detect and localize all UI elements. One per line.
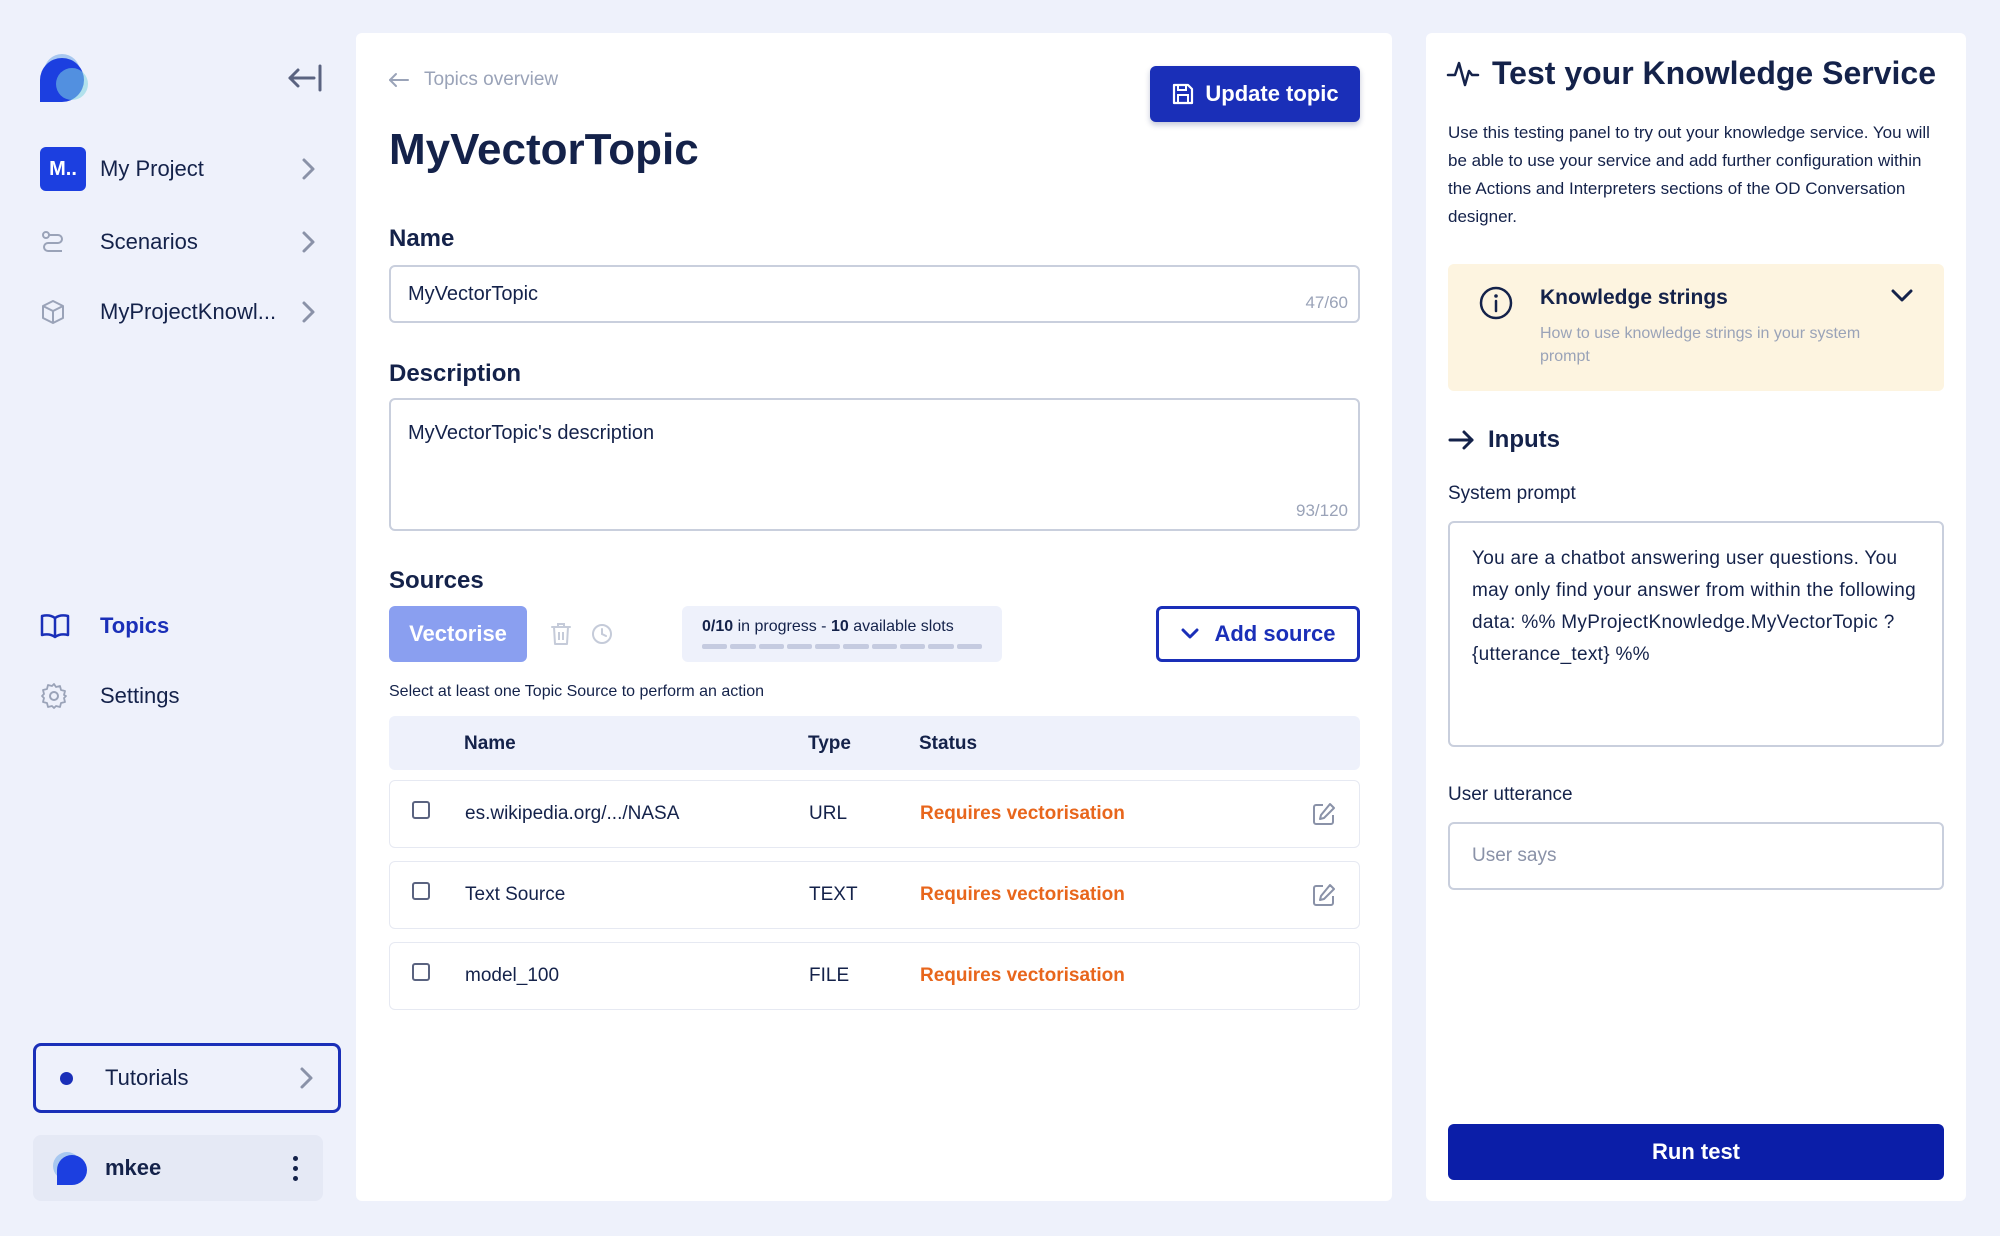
source-type: TEXT	[809, 884, 858, 905]
user-name: mkee	[105, 1155, 162, 1180]
name-char-count: 47/60	[1305, 293, 1348, 312]
sidebar-item-label: MyProjectKnowl...	[100, 299, 277, 324]
app-logo-icon	[40, 54, 88, 102]
chevron-down-icon	[1181, 628, 1199, 639]
inputs-label: Inputs	[1488, 426, 1560, 453]
activity-icon	[1446, 61, 1480, 86]
table-row: Text Source TEXT Requires vectorisation	[389, 861, 1360, 929]
vectorise-button[interactable]: Vectorise	[389, 606, 527, 662]
sidebar-item-settings[interactable]: Settings	[40, 672, 320, 720]
chevron-right-icon	[302, 158, 315, 180]
test-panel: Test your Knowledge Service Use this tes…	[1426, 33, 1966, 1201]
column-header-status: Status	[919, 733, 978, 754]
description-value: MyVectorTopic's description	[408, 422, 655, 444]
progress-bar	[702, 644, 982, 649]
chevron-down-icon[interactable]	[1888, 284, 1916, 308]
edit-icon[interactable]	[1311, 882, 1337, 908]
sidebar-item-topics[interactable]: Topics	[40, 602, 320, 650]
update-topic-button[interactable]: Update topic	[1150, 66, 1360, 122]
sources-label: Sources	[389, 567, 484, 594]
save-icon	[1173, 83, 1194, 105]
table-row: es.wikipedia.org/.../NASA URL Requires v…	[389, 780, 1360, 848]
column-header-name: Name	[464, 733, 516, 754]
user-utterance-label: User utterance	[1448, 784, 1573, 805]
selection-hint: Select at least one Topic Source to perf…	[389, 683, 765, 700]
dot-icon	[60, 1071, 73, 1085]
back-link[interactable]: Topics overview	[388, 69, 558, 91]
name-value: MyVectorTopic	[408, 283, 539, 305]
row-checkbox[interactable]	[412, 963, 430, 981]
test-panel-title: Test your Knowledge Service	[1492, 55, 1936, 91]
knowledge-strings-card[interactable]: Knowledge strings How to use knowledge s…	[1448, 264, 1944, 391]
sidebar-item-label: Scenarios	[100, 229, 198, 254]
table-row: model_100 FILE Requires vectorisation	[389, 942, 1360, 1010]
scenarios-icon	[42, 231, 63, 252]
system-prompt-label: System prompt	[1448, 483, 1576, 504]
name-label: Name	[389, 225, 455, 252]
edit-icon[interactable]	[1311, 801, 1337, 827]
sidebar: M.. My Project Scenarios MyProjectKnowl.…	[0, 0, 350, 1236]
user-profile: mkee	[33, 1135, 323, 1201]
project-badge: M..	[40, 147, 86, 191]
progress-text: 0/10 in progress - 10 available slots	[702, 618, 954, 635]
row-checkbox[interactable]	[412, 801, 430, 819]
sidebar-item-scenarios[interactable]: Scenarios	[40, 218, 320, 266]
chevron-right-icon	[302, 231, 315, 253]
sidebar-item-label: Topics	[100, 613, 170, 638]
arrow-right-icon	[1448, 430, 1474, 450]
chevron-right-icon	[302, 301, 315, 323]
test-panel-description: Use this testing panel to try out your k…	[1448, 123, 1930, 226]
source-type: URL	[809, 803, 848, 824]
update-topic-label: Update topic	[1205, 81, 1339, 106]
sidebar-item-project[interactable]: M.. My Project	[40, 145, 320, 193]
arrow-left-icon	[389, 73, 409, 87]
trash-icon[interactable]	[549, 621, 573, 647]
knowledge-strings-title: Knowledge strings	[1540, 286, 1728, 309]
test-panel-header: Test your Knowledge Service	[1446, 55, 1936, 92]
tutorials-label: Tutorials	[105, 1065, 189, 1090]
add-source-button[interactable]: Add source	[1156, 606, 1360, 662]
name-input[interactable]: MyVectorTopic 47/60	[389, 265, 1360, 323]
description-textarea[interactable]: MyVectorTopic's description 93/120	[389, 398, 1360, 531]
tutorials-button[interactable]: Tutorials	[33, 1043, 341, 1113]
source-name: es.wikipedia.org/.../NASA	[465, 803, 680, 824]
collapse-sidebar-icon[interactable]	[286, 62, 326, 94]
sources-table-header: Name Type Status	[389, 716, 1360, 770]
chevron-right-icon	[300, 1067, 313, 1089]
run-test-button[interactable]: Run test	[1448, 1124, 1944, 1180]
system-prompt-textarea[interactable]: You are a chatbot answering user questio…	[1448, 521, 1944, 747]
column-header-type: Type	[808, 733, 851, 754]
book-icon	[40, 614, 70, 639]
source-name: model_100	[465, 965, 560, 986]
source-name: Text Source	[465, 884, 566, 905]
cube-icon	[42, 300, 64, 324]
knowledge-strings-subtitle: How to use knowledge strings in your sys…	[1540, 325, 1861, 365]
description-label: Description	[389, 360, 522, 387]
source-status: Requires vectorisation	[920, 884, 1125, 905]
row-checkbox[interactable]	[412, 882, 430, 900]
info-icon	[1479, 286, 1513, 320]
add-source-label: Add source	[1214, 621, 1336, 646]
avatar	[53, 1152, 87, 1185]
gear-icon	[41, 683, 67, 709]
source-status: Requires vectorisation	[920, 803, 1125, 824]
more-options-icon[interactable]	[283, 1148, 307, 1188]
back-link-label: Topics overview	[424, 69, 559, 90]
description-char-count: 93/120	[1296, 501, 1348, 520]
history-icon[interactable]	[590, 621, 614, 647]
source-type: FILE	[809, 965, 850, 986]
vectorisation-progress: 0/10 in progress - 10 available slots	[682, 606, 1002, 662]
page-title: MyVectorTopic	[389, 125, 699, 174]
topic-editor-panel: Topics overview Update topic MyVectorTop…	[356, 33, 1392, 1201]
user-utterance-input[interactable]: User says	[1448, 822, 1944, 890]
sidebar-item-label: My Project	[100, 156, 204, 181]
source-status: Requires vectorisation	[920, 965, 1125, 986]
sidebar-item-knowledge[interactable]: MyProjectKnowl...	[40, 288, 320, 336]
inputs-section-header: Inputs	[1448, 426, 1560, 454]
sidebar-item-label: Settings	[100, 683, 180, 708]
